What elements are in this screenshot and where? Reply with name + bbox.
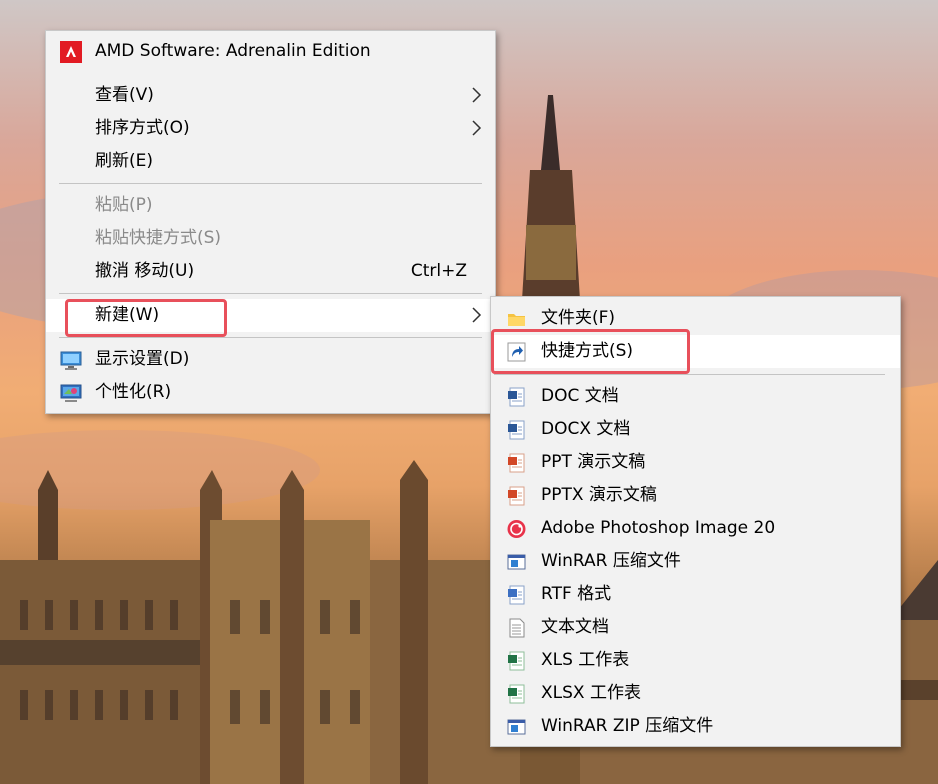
submenu-item-rtf[interactable]: RTF 格式 xyxy=(491,578,900,611)
submenu-item-winrar-zip[interactable]: WinRAR ZIP 压缩文件 xyxy=(491,710,900,743)
rtf-icon xyxy=(507,585,526,605)
xlsx-icon xyxy=(507,684,526,704)
new-submenu: 文件夹(F) 快捷方式(S) DOC 文档 DOCX 文档 PPT 演示文稿 P… xyxy=(490,296,901,747)
menu-item-sort-by[interactable]: 排序方式(O) xyxy=(46,112,495,145)
text-file-icon xyxy=(507,618,526,638)
submenu-item-winrar-archive[interactable]: WinRAR 压缩文件 xyxy=(491,545,900,578)
submenu-item-label: RTF 格式 xyxy=(541,584,612,604)
submenu-item-label: Adobe Photoshop Image 20 xyxy=(541,518,776,538)
submenu-item-label: 文件夹(F) xyxy=(541,308,616,328)
submenu-item-label: DOC 文档 xyxy=(541,386,619,406)
menu-item-refresh[interactable]: 刷新(E) xyxy=(46,145,495,178)
word-doc-icon xyxy=(507,387,526,407)
personalize-icon xyxy=(60,382,82,404)
chevron-right-icon xyxy=(469,118,483,138)
menu-item-label: 个性化(R) xyxy=(95,382,172,402)
submenu-item-label: WinRAR ZIP 压缩文件 xyxy=(541,716,714,736)
menu-separator xyxy=(59,183,482,184)
submenu-item-label: 文本文档 xyxy=(541,617,609,637)
menu-item-view[interactable]: 查看(V) xyxy=(46,79,495,112)
submenu-item-label: DOCX 文档 xyxy=(541,419,631,439)
submenu-item-label: WinRAR 压缩文件 xyxy=(541,551,681,571)
xls-icon xyxy=(507,651,526,671)
chevron-right-icon xyxy=(469,305,483,325)
shortcut-icon xyxy=(507,342,526,362)
menu-item-label: AMD Software: Adrenalin Edition xyxy=(95,41,371,61)
submenu-item-label: PPT 演示文稿 xyxy=(541,452,646,472)
menu-item-label: 刷新(E) xyxy=(95,151,154,171)
submenu-item-pptx[interactable]: PPTX 演示文稿 xyxy=(491,479,900,512)
menu-item-display-settings[interactable]: 显示设置(D) xyxy=(46,343,495,376)
menu-item-label: 查看(V) xyxy=(95,85,154,105)
chevron-right-icon xyxy=(469,85,483,105)
submenu-item-label: 快捷方式(S) xyxy=(541,341,634,361)
menu-item-label: 粘贴(P) xyxy=(95,195,153,215)
menu-item-label: 排序方式(O) xyxy=(95,118,190,138)
menu-separator xyxy=(59,337,482,338)
submenu-item-shortcut[interactable]: 快捷方式(S) xyxy=(491,335,900,368)
menu-item-label: 新建(W) xyxy=(95,305,160,325)
amd-logo-icon xyxy=(60,41,82,63)
submenu-item-label: XLS 工作表 xyxy=(541,650,630,670)
menu-item-label: 撤消 移动(U) xyxy=(95,261,195,281)
pptx-icon xyxy=(507,486,526,506)
menu-item-shortcut: Ctrl+Z xyxy=(410,261,467,281)
submenu-item-docx[interactable]: DOCX 文档 xyxy=(491,413,900,446)
ppt-icon xyxy=(507,453,526,473)
submenu-item-doc[interactable]: DOC 文档 xyxy=(491,380,900,413)
submenu-item-ppt[interactable]: PPT 演示文稿 xyxy=(491,446,900,479)
menu-item-new[interactable]: 新建(W) xyxy=(46,299,495,332)
word-docx-icon xyxy=(507,420,526,440)
submenu-item-xls[interactable]: XLS 工作表 xyxy=(491,644,900,677)
menu-item-amd-software[interactable]: AMD Software: Adrenalin Edition xyxy=(46,35,495,68)
menu-item-undo-move[interactable]: 撤消 移动(U) Ctrl+Z xyxy=(46,255,495,288)
menu-item-paste-shortcut[interactable]: 粘贴快捷方式(S) xyxy=(46,222,495,255)
display-monitor-icon xyxy=(60,349,82,371)
submenu-item-photoshop-image[interactable]: Adobe Photoshop Image 20 xyxy=(491,512,900,545)
menu-item-personalize[interactable]: 个性化(R) xyxy=(46,376,495,409)
winrar-icon xyxy=(507,552,526,572)
menu-separator xyxy=(59,293,482,294)
menu-separator xyxy=(494,374,885,375)
submenu-item-label: PPTX 演示文稿 xyxy=(541,485,657,505)
folder-icon xyxy=(507,309,526,329)
photoshop-icon xyxy=(507,519,526,539)
winrar-zip-icon xyxy=(507,717,526,737)
menu-item-paste[interactable]: 粘贴(P) xyxy=(46,189,495,222)
desktop-context-menu: AMD Software: Adrenalin Edition 查看(V) 排序… xyxy=(45,30,496,414)
submenu-item-text-document[interactable]: 文本文档 xyxy=(491,611,900,644)
submenu-item-folder[interactable]: 文件夹(F) xyxy=(491,302,900,335)
menu-item-label: 显示设置(D) xyxy=(95,349,190,369)
submenu-item-xlsx[interactable]: XLSX 工作表 xyxy=(491,677,900,710)
submenu-item-label: XLSX 工作表 xyxy=(541,683,641,703)
menu-item-label: 粘贴快捷方式(S) xyxy=(95,228,222,248)
